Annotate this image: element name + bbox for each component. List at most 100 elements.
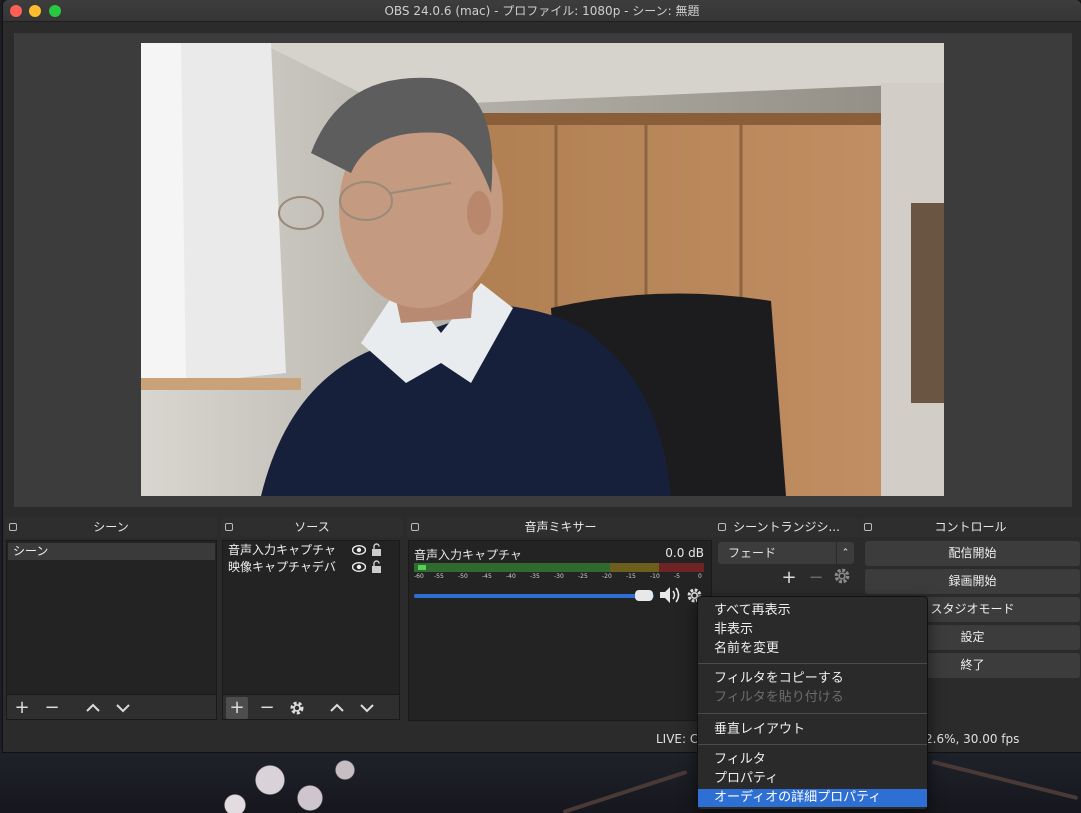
mixer-channel-name: 音声入力キャプチャ — [414, 548, 522, 562]
gear-icon — [834, 568, 850, 584]
menu-paste-filters: フィルタを貼り付ける — [714, 690, 844, 705]
chevron-up-icon — [330, 703, 344, 712]
volume-meter — [414, 563, 704, 572]
transitions-dock-title: シーントランジシ... — [733, 520, 840, 534]
meter-scale-label: -40 — [506, 573, 516, 580]
add-scene-button[interactable]: + — [11, 697, 33, 719]
context-menu: すべて再表示 非表示 名前を変更 フィルタをコピーする フィルタを貼り付ける 垂… — [697, 596, 928, 810]
meter-scale-label: -25 — [578, 573, 588, 580]
meter-scale: -60 -55 -50 -45 -40 -35 -30 -25 -20 -15 -10 -5 0 — [414, 573, 704, 583]
meter-red-zone — [659, 563, 704, 572]
meter-scale-label: -20 — [602, 573, 612, 580]
scene-item[interactable]: シーン — [8, 543, 215, 560]
meter-scale-label: -5 — [674, 573, 680, 580]
start-recording-button[interactable]: 録画開始 — [865, 569, 1080, 594]
menu-separator — [698, 663, 927, 664]
menu-advanced-audio[interactable]: オーディオの詳細プロパティ — [698, 789, 927, 807]
mixer-dock-header: 音声ミキサー — [407, 518, 714, 537]
transition-properties-button[interactable] — [831, 567, 853, 589]
mixer-volume-db: 0.0 dB — [665, 546, 704, 560]
scenes-toolbar: + − — [6, 694, 217, 720]
chevron-up-icon — [86, 703, 100, 712]
dock-float-icon[interactable] — [864, 523, 872, 531]
controls-dock-header: コントロール — [860, 518, 1081, 537]
speaker-icon[interactable] — [659, 586, 681, 604]
meter-scale-label: -10 — [650, 573, 660, 580]
scene-item-label: シーン — [13, 544, 49, 558]
meter-level — [418, 565, 426, 570]
menu-filters[interactable]: フィルタ — [698, 751, 927, 769]
source-properties-button[interactable] — [286, 697, 308, 719]
meter-scale-label: -45 — [482, 573, 492, 580]
source-item-label: 音声入力キャプチャ — [228, 543, 336, 557]
audio-mixer: 音声入力キャプチャ 0.0 dB -60 -55 -50 -45 -40 -35 -30 -2… — [408, 540, 712, 721]
menu-hide[interactable]: 非表示 — [698, 621, 927, 639]
add-source-button[interactable]: + — [226, 697, 248, 719]
live-status: LIVE: C — [656, 732, 699, 746]
unlock-icon[interactable] — [371, 543, 382, 557]
stats-status: 2.6%, 30.00 fps — [925, 732, 1020, 746]
scene-list[interactable]: シーン — [6, 540, 217, 695]
move-source-down-button[interactable] — [356, 697, 378, 719]
scenes-dock-title: シーン — [93, 520, 129, 534]
zoom-window-button[interactable] — [49, 5, 61, 17]
eye-icon[interactable] — [352, 562, 366, 572]
close-window-button[interactable] — [10, 5, 22, 17]
dock-float-icon[interactable] — [9, 523, 17, 531]
sources-dock-header: ソース — [221, 518, 403, 537]
unlock-icon[interactable] — [371, 560, 382, 574]
meter-green-zone — [414, 563, 610, 572]
source-item[interactable]: 映像キャプチャデバ — [228, 559, 398, 576]
move-source-up-button[interactable] — [326, 697, 348, 719]
scenes-dock-header: シーン — [5, 518, 217, 537]
dock-float-icon[interactable] — [411, 523, 419, 531]
chevron-down-icon — [116, 704, 130, 713]
move-scene-up-button[interactable] — [82, 697, 104, 719]
menu-show-all[interactable]: すべて再表示 — [698, 602, 927, 620]
menu-separator — [698, 713, 927, 714]
window-title: OBS 24.0.6 (mac) - プロファイル: 1080p - シーン: … — [384, 4, 700, 18]
sources-toolbar: + − — [222, 694, 400, 720]
menu-separator — [698, 744, 927, 745]
menu-rename[interactable]: 名前を変更 — [698, 640, 927, 658]
chevron-down-icon — [360, 704, 374, 713]
source-list[interactable]: 音声入力キャプチャ 映像キャプチャデバ — [222, 540, 400, 695]
move-scene-down-button[interactable] — [112, 697, 134, 719]
meter-scale-label: 0 — [698, 573, 702, 580]
eye-icon[interactable] — [352, 545, 366, 555]
transition-select-value: フェード — [728, 546, 777, 560]
menu-vertical-layout[interactable]: 垂直レイアウト — [698, 721, 927, 739]
volume-slider-handle[interactable] — [635, 590, 653, 601]
meter-scale-label: -30 — [554, 573, 564, 580]
gear-icon — [290, 701, 304, 715]
meter-scale-label: -35 — [530, 573, 540, 580]
minimize-window-button[interactable] — [29, 5, 41, 17]
meter-scale-label: -60 — [414, 573, 424, 580]
transitions-dock-header: シーントランジシ... — [714, 518, 859, 537]
title-bar: OBS 24.0.6 (mac) - プロファイル: 1080p - シーン: … — [3, 0, 1081, 22]
remove-transition-button[interactable]: − — [805, 567, 827, 589]
meter-scale-label: -15 — [626, 573, 636, 580]
camera-image — [141, 43, 944, 496]
volume-slider[interactable] — [414, 594, 654, 598]
transition-select[interactable]: フェード ⌃ — [718, 542, 854, 564]
controls-dock-title: コントロール — [934, 520, 1007, 534]
meter-scale-label: -50 — [458, 573, 468, 580]
wallpaper-branch — [562, 770, 688, 813]
camera-preview[interactable] — [141, 43, 944, 496]
meter-scale-label: -55 — [434, 573, 444, 580]
start-streaming-button[interactable]: 配信開始 — [865, 541, 1080, 566]
menu-properties[interactable]: プロパティ — [698, 770, 927, 788]
remove-source-button[interactable]: − — [256, 697, 278, 719]
meter-yellow-zone — [610, 563, 659, 572]
add-transition-button[interactable]: + — [778, 567, 800, 589]
remove-scene-button[interactable]: − — [41, 697, 63, 719]
wallpaper-branch — [931, 759, 1079, 801]
dock-float-icon[interactable] — [718, 523, 726, 531]
source-item[interactable]: 音声入力キャプチャ — [228, 542, 398, 559]
source-item-label: 映像キャプチャデバ — [228, 560, 336, 574]
preview-area[interactable] — [14, 33, 1072, 507]
sources-dock-title: ソース — [294, 520, 330, 534]
menu-copy-filters[interactable]: フィルタをコピーする — [698, 670, 927, 688]
dock-float-icon[interactable] — [225, 523, 233, 531]
